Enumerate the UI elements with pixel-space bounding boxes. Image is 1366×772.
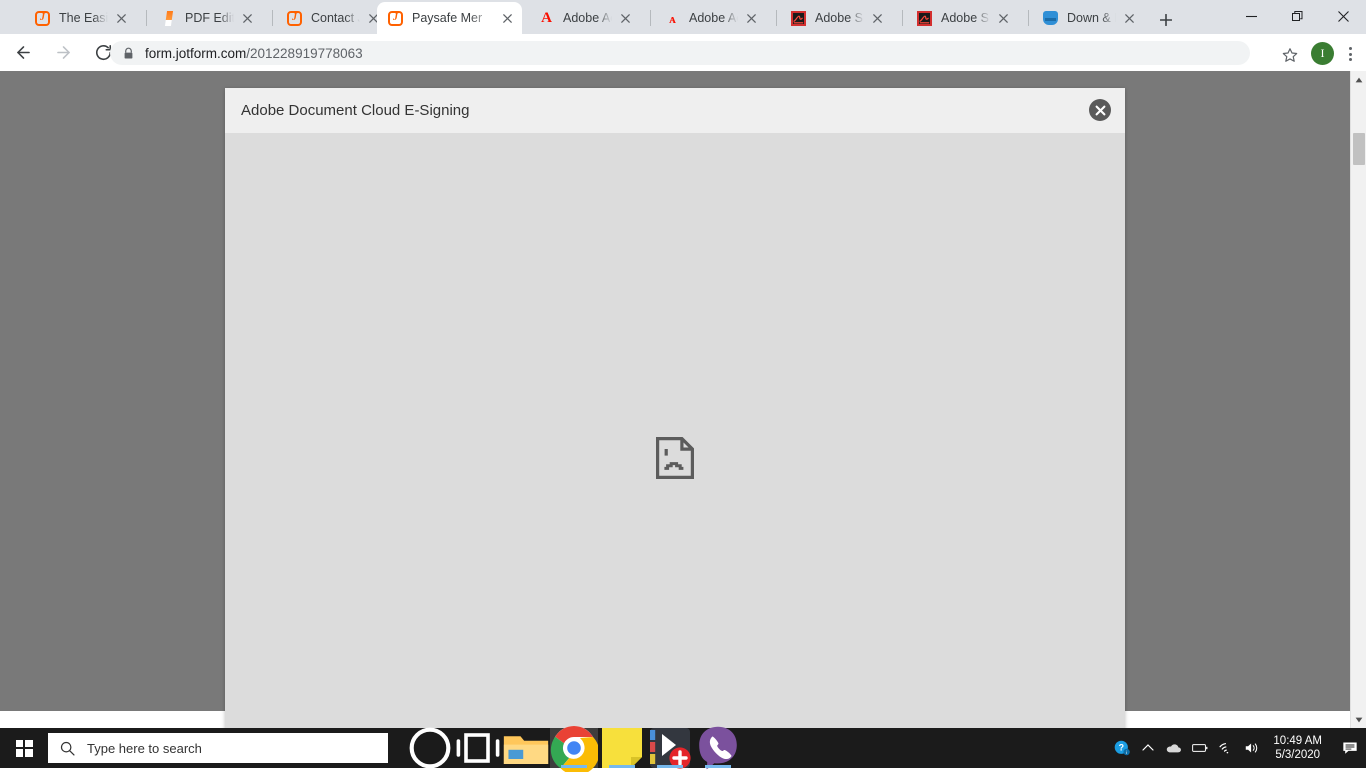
clock-date: 5/3/2020: [1275, 748, 1320, 762]
url-path: /201228919778063: [246, 46, 362, 61]
new-tab-button[interactable]: [1152, 6, 1180, 34]
onedrive-icon[interactable]: [1161, 728, 1187, 768]
url-host: form.jotform.com: [145, 46, 246, 61]
tab-title: Down & Dir: [1067, 11, 1116, 25]
tab-close-icon[interactable]: [994, 9, 1012, 27]
jotform-icon: J: [35, 11, 50, 26]
browser-tab[interactable]: Adobe Sign: [906, 2, 1018, 34]
taskbar-search-placeholder: Type here to search: [87, 741, 202, 756]
windows-taskbar: Type here to search: [0, 728, 1366, 768]
taskbar-clock[interactable]: 10:49 AM 5/3/2020: [1265, 728, 1334, 768]
browser-tab[interactable]: J Contact Jotf: [276, 2, 388, 34]
download-icon: [1043, 11, 1058, 25]
pdf-editor-icon: [164, 11, 172, 26]
scroll-down-arrow-icon[interactable]: [1351, 711, 1366, 728]
modal-title: Adobe Document Cloud E-Signing: [241, 102, 469, 119]
jotform-icon: J: [287, 11, 302, 26]
tab-title: Adobe Sign: [941, 11, 990, 25]
modal-close-icon[interactable]: [1089, 99, 1111, 121]
viber-icon[interactable]: [694, 728, 742, 768]
battery-icon[interactable]: [1187, 728, 1213, 768]
tab-close-icon[interactable]: [498, 9, 516, 27]
start-button[interactable]: [0, 728, 48, 768]
tab-title: Paysafe Mer: [412, 11, 494, 25]
window-restore-button[interactable]: [1274, 0, 1320, 32]
tab-separator: [146, 10, 147, 26]
window-minimize-button[interactable]: [1228, 0, 1274, 32]
tab-title: Contact Jotf: [311, 11, 360, 25]
tab-separator: [650, 10, 651, 26]
tab-close-icon[interactable]: [238, 9, 256, 27]
action-center-icon[interactable]: [1334, 728, 1366, 768]
adobe-reader-icon: ᴀ: [665, 11, 680, 26]
browser-tab[interactable]: PDF Editor: [150, 2, 262, 34]
chrome-browser-window: J The Easiest PDF Editor J Contact Jotf J Pay…: [0, 0, 1366, 728]
jotform-icon: J: [388, 11, 403, 26]
task-view-icon[interactable]: [454, 728, 502, 768]
browser-tab[interactable]: Down & Dir: [1032, 2, 1144, 34]
secure-lock-icon: [122, 47, 135, 60]
taskbar-search-input[interactable]: Type here to search: [48, 733, 388, 763]
chrome-menu-icon[interactable]: [1338, 42, 1362, 66]
google-chrome-icon[interactable]: [550, 728, 598, 768]
browser-tab[interactable]: J The Easiest: [24, 2, 136, 34]
network-wifi-icon[interactable]: [1213, 728, 1239, 768]
tab-close-icon[interactable]: [868, 9, 886, 27]
browser-toolbar: form.jotform.com/201228919778063 I: [0, 34, 1366, 71]
back-button[interactable]: [6, 36, 40, 70]
adobe-sign-icon: [917, 11, 932, 26]
modal-header: Adobe Document Cloud E-Signing: [225, 88, 1125, 133]
tab-strip: J The Easiest PDF Editor J Contact Jotf J Pay…: [0, 0, 1366, 34]
tab-separator: [776, 10, 777, 26]
window-close-button[interactable]: [1320, 0, 1366, 32]
svg-text:?: ?: [1119, 743, 1124, 753]
windows-logo-icon: [16, 740, 33, 757]
tab-separator: [902, 10, 903, 26]
browser-tab[interactable]: ᴀ Adobe Acro: [654, 2, 766, 34]
broken-image-placeholder-icon: [656, 437, 694, 479]
address-bar[interactable]: form.jotform.com/201228919778063: [110, 41, 1250, 65]
tab-title: Adobe Sign: [815, 11, 864, 25]
tab-title: The Easiest: [59, 11, 108, 25]
scroll-up-arrow-icon[interactable]: [1351, 71, 1366, 88]
cortana-icon[interactable]: [406, 728, 454, 768]
tab-separator: [1028, 10, 1029, 26]
file-explorer-icon[interactable]: [502, 728, 550, 768]
clock-time: 10:49 AM: [1273, 734, 1322, 748]
search-icon: [60, 741, 75, 756]
system-tray: ? i 10:: [1109, 728, 1366, 768]
profile-avatar[interactable]: I: [1311, 42, 1334, 65]
sticky-notes-icon[interactable]: [598, 728, 646, 768]
tab-close-icon[interactable]: [616, 9, 634, 27]
esign-modal-dialog: Adobe Document Cloud E-Signing: [225, 88, 1125, 728]
tab-close-icon[interactable]: [742, 9, 760, 27]
volume-icon[interactable]: [1239, 728, 1265, 768]
tab-separator: [272, 10, 273, 26]
adobe-acrobat-dc-icon: A: [541, 11, 552, 26]
page-viewport: Adobe Document Cloud E-Signing: [0, 71, 1366, 728]
avatar-initial: I: [1321, 46, 1325, 61]
address-bar-text: form.jotform.com/201228919778063: [145, 46, 363, 61]
tab-title: Adobe Acco: [563, 11, 612, 25]
tab-close-icon[interactable]: [112, 9, 130, 27]
tab-title: PDF Editor: [185, 11, 234, 25]
window-controls: [1228, 0, 1366, 32]
browser-tab[interactable]: J Paysafe Mer: [377, 2, 522, 34]
tab-title: Adobe Acro: [689, 11, 738, 25]
tab-close-icon[interactable]: [1120, 9, 1138, 27]
svg-text:i: i: [1126, 750, 1127, 756]
screen-recorder-icon[interactable]: [646, 728, 694, 768]
adobe-sign-icon: [791, 11, 806, 26]
show-hidden-icons-icon[interactable]: [1135, 728, 1161, 768]
modal-body: [225, 133, 1125, 728]
browser-tab[interactable]: Adobe Sign: [780, 2, 892, 34]
get-help-icon[interactable]: ? i: [1109, 728, 1135, 768]
page-scrollbar[interactable]: [1350, 71, 1366, 728]
browser-tab[interactable]: A Adobe Acco: [528, 2, 640, 34]
bookmark-star-icon[interactable]: [1276, 41, 1304, 69]
forward-button[interactable]: [46, 36, 80, 70]
scrollbar-thumb[interactable]: [1353, 133, 1365, 165]
